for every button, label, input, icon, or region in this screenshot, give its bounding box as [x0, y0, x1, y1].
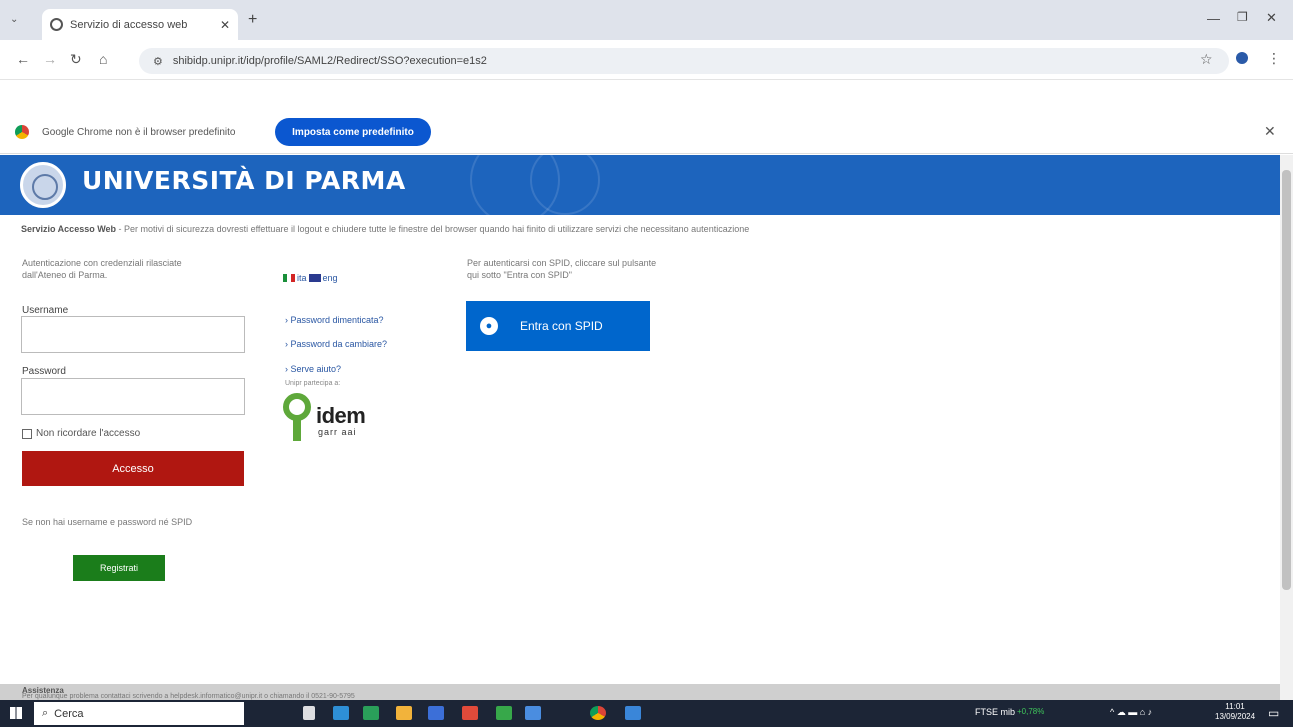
profile-avatar-icon[interactable] — [1236, 52, 1248, 64]
clock-date: 13/09/2024 — [1215, 712, 1256, 721]
taskbar-search[interactable]: ⌕ Cerca — [34, 702, 244, 725]
window-close-icon[interactable]: ✕ — [1266, 10, 1277, 26]
spid-label: Entra con SPID — [520, 319, 603, 333]
chrome-logo-icon — [15, 125, 29, 139]
maximize-icon[interactable]: ❐ — [1237, 10, 1248, 24]
search-icon: ⌕ — [42, 707, 49, 719]
spid-note: Per autenticarsi con SPID, cliccare sul … — [467, 258, 657, 280]
notice-title: Servizio Accesso Web — [21, 224, 117, 234]
spid-login-button[interactable]: ● Entra con SPID — [466, 301, 650, 351]
change-password-link[interactable]: › Password da cambiare? — [285, 339, 387, 349]
forward-icon[interactable]: → — [43, 51, 57, 67]
search-placeholder: Cerca — [54, 707, 84, 720]
back-icon[interactable]: ← — [16, 51, 30, 67]
help-link[interactable]: › Serve aiuto? — [285, 364, 341, 374]
idem-key-icon — [283, 393, 311, 421]
browser-tab[interactable]: Servizio di accesso web ✕ — [42, 9, 238, 40]
notice-text: - Per motivi di sicurezza dovresti effet… — [116, 224, 750, 234]
windows-start-icon[interactable] — [10, 707, 22, 719]
security-notice: Servizio Accesso Web - Per motivi di sic… — [21, 224, 1271, 234]
university-name: UNIVERSITÀ DI PARMA — [82, 166, 406, 195]
remember-label: Non ricordare l'accesso — [36, 428, 141, 439]
app-icon[interactable] — [625, 706, 641, 720]
username-input[interactable] — [21, 316, 245, 353]
footer-text: Per qualunque problema contattaci scrive… — [22, 693, 355, 700]
clock[interactable]: 11:01 13/09/2024 — [1215, 702, 1255, 722]
username-label: Username — [22, 305, 69, 316]
lang-it[interactable]: ita — [297, 273, 307, 283]
set-default-button[interactable]: Imposta come predefinito — [275, 118, 431, 146]
url-text: shibidp.unipr.it/idp/profile/SAML2/Redir… — [172, 55, 487, 67]
login-button[interactable]: Accesso — [22, 451, 244, 486]
tab-search-icon[interactable]: ⌄ — [10, 14, 18, 25]
university-seal-logo — [20, 162, 66, 208]
remember-checkbox[interactable] — [22, 428, 32, 439]
stock-widget-label[interactable]: FTSE mib — [975, 707, 1015, 717]
file-explorer-icon[interactable] — [396, 706, 412, 720]
password-label: Password — [22, 366, 66, 377]
idem-key-shaft — [293, 419, 301, 441]
infobar-text: Google Chrome non è il browser predefini… — [42, 127, 236, 138]
app-icon[interactable] — [462, 706, 478, 720]
stock-widget-value: +0,78% — [1017, 707, 1045, 716]
auth-note: Autenticazione con credenziali rilasciat… — [22, 258, 182, 280]
infobar-close-icon[interactable]: ✕ — [1264, 123, 1276, 140]
store-icon[interactable] — [428, 706, 444, 720]
lang-en[interactable]: eng — [323, 273, 338, 283]
register-button[interactable]: Registrati — [73, 555, 165, 581]
remember-checkbox-row[interactable]: Non ricordare l'accesso — [22, 428, 140, 439]
tray-icons[interactable]: ^ ☁ ▬ ⌂ ♪ — [1110, 707, 1152, 718]
tab-title: Servizio di accesso web — [70, 18, 188, 31]
chrome-taskbar-icon[interactable] — [590, 706, 606, 720]
new-tab-icon[interactable]: + — [248, 11, 257, 29]
register-note: Se non hai username e password né SPID — [22, 517, 193, 527]
idem-note: Unipr partecipa a: — [285, 380, 341, 387]
reload-icon[interactable]: ↻ — [70, 51, 82, 68]
task-view-icon[interactable] — [303, 706, 315, 720]
idem-logo-text: idem — [316, 403, 366, 428]
idem-logo-subtext: garr aai — [318, 427, 357, 437]
app-icon[interactable] — [525, 706, 541, 720]
bookmark-star-icon[interactable]: ☆ — [1200, 51, 1213, 68]
scrollbar-thumb[interactable] — [1282, 170, 1291, 590]
password-input[interactable] — [21, 378, 245, 415]
english-flag-icon[interactable] — [308, 274, 321, 282]
app-icon[interactable] — [363, 706, 379, 720]
notification-icon[interactable]: ▭ — [1268, 706, 1279, 720]
address-bar[interactable]: ⚙ shibidp.unipr.it/idp/profile/SAML2/Red… — [139, 48, 1229, 74]
minimize-icon[interactable]: — — [1207, 11, 1220, 26]
tab-favicon-icon — [50, 18, 63, 31]
edge-icon[interactable] — [333, 706, 349, 720]
italian-flag-icon[interactable] — [283, 274, 295, 282]
home-icon[interactable]: ⌂ — [99, 51, 107, 67]
language-selector[interactable]: ita eng — [283, 273, 338, 283]
forgot-password-link[interactable]: › Password dimenticata? — [285, 315, 384, 325]
spid-user-icon: ● — [480, 317, 498, 335]
clock-time: 11:01 — [1225, 702, 1245, 711]
tab-close-icon[interactable]: ✕ — [220, 18, 230, 32]
menu-kebab-icon[interactable]: ⋮ — [1267, 50, 1281, 67]
app-icon[interactable] — [496, 706, 512, 720]
site-info-icon[interactable]: ⚙ — [153, 55, 163, 68]
